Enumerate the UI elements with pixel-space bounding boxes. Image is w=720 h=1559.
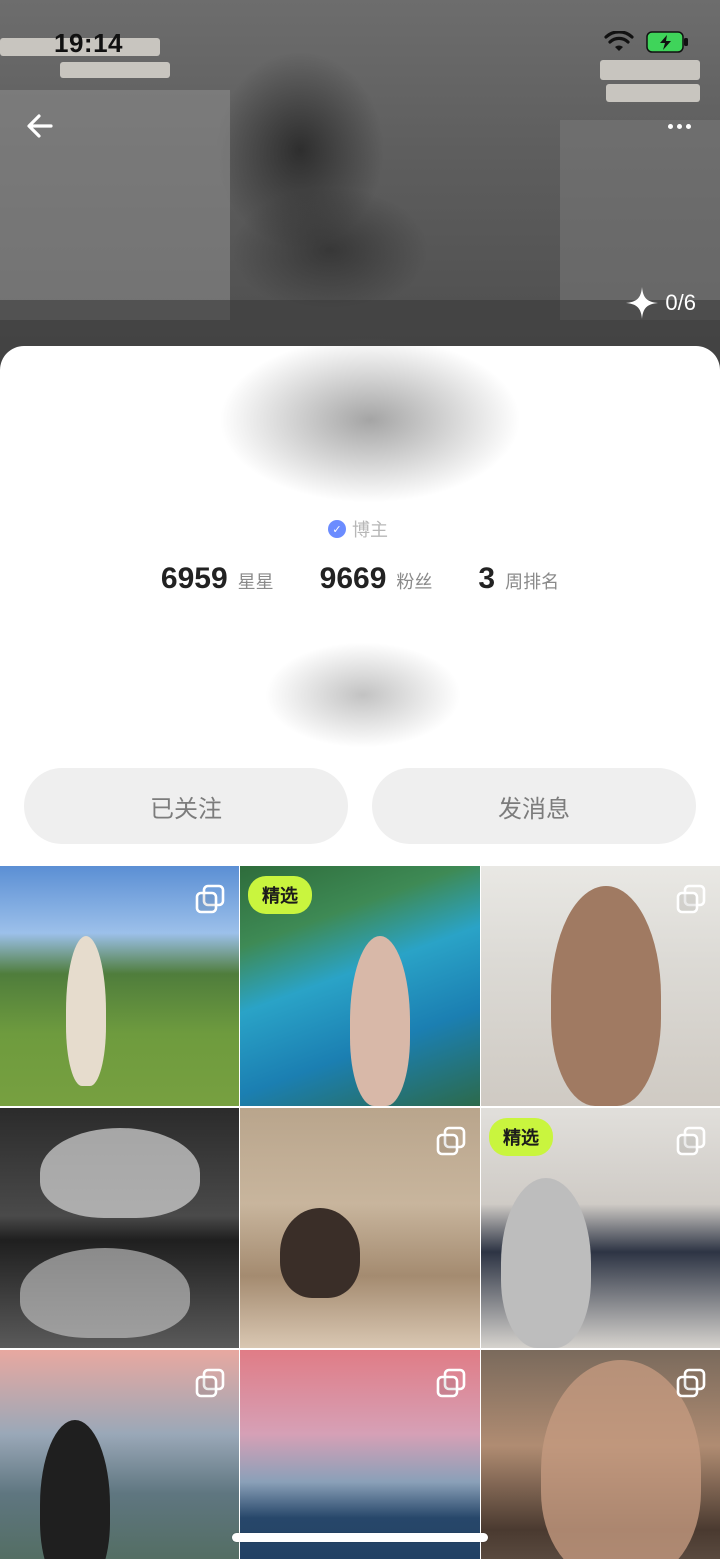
multi-image-icon [676,1126,706,1156]
photo-figure [501,1178,591,1348]
more-dots-icon-dot [685,123,691,129]
avatar [160,300,580,540]
bio-text [220,620,480,770]
photo-figure [551,886,661,1106]
multi-image-icon [436,1368,466,1398]
arrow-left-icon [27,114,53,138]
role-label: 博主 [352,520,388,540]
send-message-button[interactable]: 发消息 [372,768,696,844]
stat-value: 3 [478,562,496,595]
followed-button[interactable]: 已关注 [24,768,348,844]
cover-books [600,60,700,80]
stat-label: 星星 [237,572,274,592]
stat-followers[interactable]: 9669 粉丝 [320,562,433,596]
sparkle-count: 0/6 [665,290,696,315]
photo-figure [280,1208,360,1298]
photo-tile[interactable] [0,1350,239,1559]
status-icons [604,30,690,54]
photo-tile[interactable]: 精选 [240,866,480,1106]
stat-weekly-rank[interactable]: 3 周排名 [478,562,559,596]
photo-figure [40,1420,110,1559]
photo-figure [66,936,106,1086]
photo-tile[interactable] [481,1350,720,1559]
back-button[interactable] [20,106,60,146]
featured-badge: 精选 [489,1118,553,1156]
multi-image-icon [436,1126,466,1156]
more-dots-icon [667,123,673,129]
stat-stars[interactable]: 6959 星星 [161,562,274,596]
status-time: 19:14 [54,28,123,58]
stat-label: 周排名 [505,572,560,592]
multi-image-icon [195,884,225,914]
cover-books [60,62,170,78]
role-tag: ✓ 博主 [328,516,388,542]
sparkle-counter[interactable]: 0/6 [625,286,696,320]
photo-grid: 精选 精选 [0,866,720,1559]
verified-icon: ✓ [328,520,346,538]
photo-tile[interactable] [0,1108,239,1348]
photo-tile[interactable] [481,866,720,1106]
stat-value: 9669 [319,562,387,595]
more-dots-icon-dot [676,123,682,129]
sparkle-icon [626,287,659,319]
stat-value: 6959 [160,562,228,595]
multi-image-icon [195,1368,225,1398]
more-options-button[interactable] [658,110,700,142]
multi-image-icon [676,884,706,914]
photo-figure [20,1248,190,1338]
photo-tile[interactable] [240,1108,480,1348]
photo-figure [40,1128,200,1218]
cover-books [606,84,700,102]
photo-tile[interactable] [0,866,239,1106]
photo-tile[interactable] [240,1350,480,1559]
stats-row: 6959 星星 9669 粉丝 3 周排名 [0,562,720,596]
battery-charging-icon [646,31,688,53]
stat-label: 粉丝 [396,572,433,592]
multi-image-icon [676,1368,706,1398]
featured-badge: 精选 [248,876,312,914]
wifi-icon [604,31,634,51]
photo-figure [350,936,410,1106]
photo-tile[interactable]: 精选 [481,1108,720,1348]
home-indicator[interactable] [232,1533,488,1542]
